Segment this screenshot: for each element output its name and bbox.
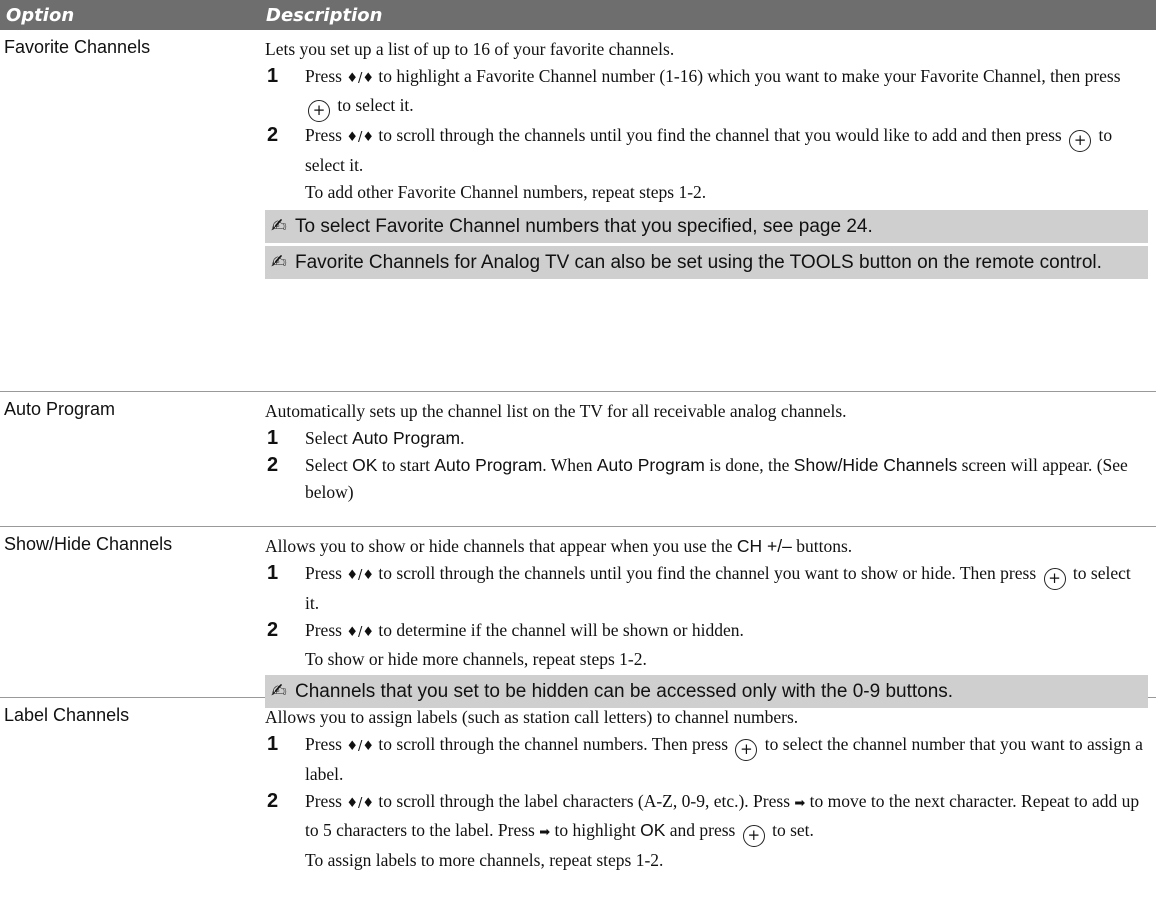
up-down-arrow-icon: ♦/♦ <box>346 130 375 145</box>
row-favorite-channels: Favorite Channels Lets you set up a list… <box>0 30 1156 392</box>
note: ✍ Favorite Channels for Analog TV can al… <box>265 246 1148 279</box>
option-label: Label Channels <box>4 705 130 725</box>
step-1: 1 Press ♦/♦ to highlight a Favorite Chan… <box>265 63 1148 122</box>
option-label: Favorite Channels <box>4 37 151 57</box>
row-label-channels: Label Channels Allows you to assign labe… <box>0 698 1156 894</box>
step-1: 1 Press ♦/♦ to scroll through the channe… <box>267 733 1143 784</box>
up-down-arrow-icon: ♦/♦ <box>346 796 375 811</box>
step-1: 1 Press ♦/♦ to scroll through the channe… <box>267 562 1131 613</box>
step-1: 1 Select Auto Program. <box>267 427 465 449</box>
enter-button-icon: + <box>308 100 330 122</box>
after-steps-text: To add other Favorite Channel numbers, r… <box>305 182 707 202</box>
up-down-arrow-icon: ♦/♦ <box>346 71 375 86</box>
right-arrow-icon: ➡ <box>794 796 806 811</box>
enter-button-icon: + <box>1069 130 1092 152</box>
note: ✍ To select Favorite Channel numbers tha… <box>265 210 1148 243</box>
description-text: Allows you to assign labels (such as sta… <box>265 707 799 727</box>
header-option: Option <box>6 5 75 26</box>
description-text: Automatically sets up the channel list o… <box>265 401 847 421</box>
step-2: 2 Select OK to start Auto Program. When … <box>267 454 1128 502</box>
after-steps-text: To show or hide more channels, repeat st… <box>305 649 647 669</box>
after-steps-text: To assign labels to more channels, repea… <box>305 850 664 870</box>
option-label: Show/Hide Channels <box>4 534 173 554</box>
description-text: Allows you to show or hide channels that… <box>265 536 853 556</box>
settings-table: Option Description Favorite Channels Let… <box>0 0 1156 894</box>
enter-button-icon: + <box>1043 568 1066 590</box>
table-header: Option Description <box>0 0 1156 30</box>
up-down-arrow-icon: ♦/♦ <box>346 739 375 754</box>
right-arrow-icon: ➡ <box>539 825 551 840</box>
row-auto-program: Auto Program Automatically sets up the c… <box>0 392 1156 527</box>
header-description: Description <box>266 5 383 26</box>
description-text: Lets you set up a list of up to 16 of yo… <box>265 39 675 59</box>
step-2: 2 Press ♦/♦ to scroll through the channe… <box>267 124 1113 175</box>
note-pen-icon: ✍ <box>271 215 287 237</box>
enter-button-icon: + <box>735 739 758 761</box>
step-2: 2 Press ♦/♦ to scroll through the label … <box>265 788 1148 847</box>
row-show-hide-channels: Show/Hide Channels Allows you to show or… <box>0 527 1156 708</box>
enter-button-icon: + <box>742 825 765 847</box>
step-2: 2 Press ♦/♦ to determine if the channel … <box>267 619 744 641</box>
option-label: Auto Program <box>4 399 116 419</box>
up-down-arrow-icon: ♦/♦ <box>346 568 375 583</box>
note-pen-icon: ✍ <box>271 251 287 273</box>
up-down-arrow-icon: ♦/♦ <box>346 625 375 640</box>
